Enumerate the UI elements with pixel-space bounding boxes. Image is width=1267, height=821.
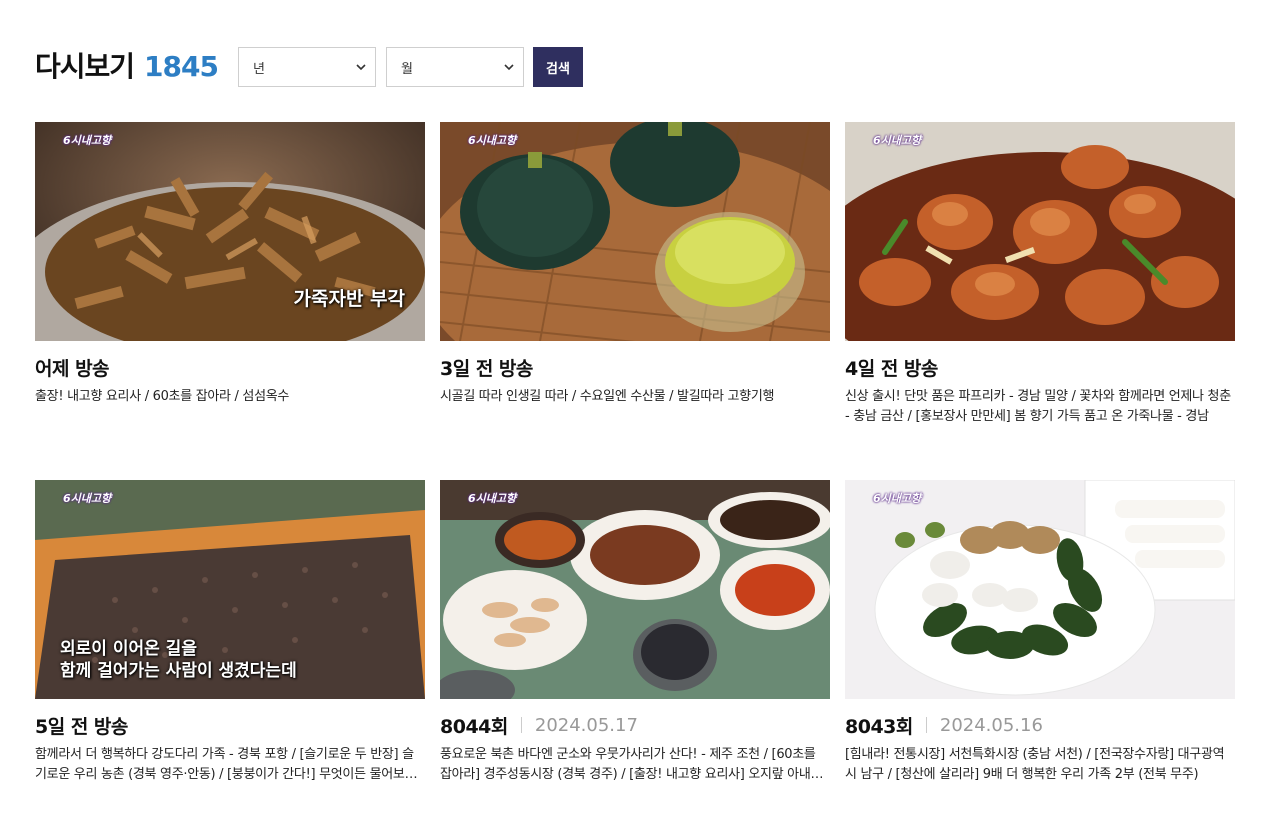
search-button[interactable]: 검색 [533,47,583,87]
chevron-down-icon [356,64,366,71]
episode-number: 8043회 [845,715,913,738]
seafood-table-thumbnail[interactable]: 6시내고향 [440,480,830,699]
month-select-value: 월 [401,61,413,77]
card-description[interactable]: 신상 출시! 단맛 품은 파프리카 - 경남 밀양 / 꽃차와 함께라면 언제나… [845,387,1235,427]
program-logo: 6시내고향 [468,134,517,147]
episode-card[interactable]: 6시내고향 3일 전 방송 시골길 따라 인생길 따라 / 수요일엔 수산물 /… [440,122,830,407]
year-select-value: 년 [253,61,265,77]
card-description[interactable]: 출장! 내고향 요리사 / 60초를 잡아라 / 섬섬옥수 [35,387,425,407]
rice-cake-thumbnail[interactable]: 6시내고향 [845,480,1235,699]
card-description[interactable]: 시골길 따라 인생길 따라 / 수요일엔 수산물 / 발길따라 고향기행 [440,387,830,407]
card-meta: 5일 전 방송 [35,713,425,738]
chevron-down-icon [504,64,514,71]
fried-snack-thumbnail[interactable]: 6시내고향 가죽자반 부각 [35,122,425,341]
month-select[interactable]: 월 [386,47,524,87]
episode-card[interactable]: 6시내고향 가죽자반 부각 어제 방송 출장! 내고향 요리사 / 60초를 잡… [35,122,425,407]
card-meta: 3일 전 방송 [440,355,830,380]
thumbnail-caption: 외로이 이어온 길을 함께 걸어가는 사람이 생겼다는데 [60,639,297,681]
program-logo: 6시내고향 [63,492,112,505]
card-meta: 어제 방송 [35,355,425,380]
episode-card[interactable]: 6시내고향 8043회 2024.05.16 [힘내라! 전통시장] 서천특화시… [845,480,1235,785]
meta-divider [520,717,522,733]
program-logo: 6시내고향 [63,134,112,147]
episode-card[interactable]: 6시내고향 8044회 2024.05.17 풍요로운 북촌 바다엔 군소와 우… [440,480,830,785]
fish-feed-thumbnail[interactable]: 6시내고향 외로이 이어온 길을 함께 걸어가는 사람이 생겼다는데 [35,480,425,699]
card-description[interactable]: 함께라서 더 행복하다 강도다리 가족 - 경북 포항 / [슬기로운 두 반장… [35,745,425,785]
program-logo: 6시내고향 [873,492,922,505]
broadcast-ago: 5일 전 방송 [35,715,128,738]
broadcast-ago: 어제 방송 [35,357,110,380]
card-meta: 4일 전 방송 [845,355,1235,380]
program-logo: 6시내고향 [468,492,517,505]
broadcast-date: 2024.05.16 [939,714,1043,736]
episode-card[interactable]: 6시내고향 외로이 이어온 길을 함께 걸어가는 사람이 생겼다는데 5일 전 … [35,480,425,785]
card-description[interactable]: [힘내라! 전통시장] 서천특화시장 (충남 서천) / [전국장수자랑] 대구… [845,745,1235,785]
card-meta: 8044회 2024.05.17 [440,713,830,738]
program-logo: 6시내고향 [873,134,922,147]
broadcast-date: 2024.05.17 [534,714,638,736]
card-description[interactable]: 풍요로운 북촌 바다엔 군소와 우뭇가사리가 산다! - 제주 조천 / [60… [440,745,830,785]
page-header: 다시보기 1845 [35,46,219,88]
episode-number: 8044회 [440,715,508,738]
broadcast-ago: 3일 전 방송 [440,357,533,380]
thumbnail-caption: 가죽자반 부각 [293,288,406,310]
episode-card[interactable]: 6시내고향 4일 전 방송 신상 출시! 단맛 품은 파프리카 - 경남 밀양 … [845,122,1235,427]
card-meta: 8043회 2024.05.16 [845,713,1235,738]
page-title: 다시보기 [35,50,135,83]
year-select[interactable]: 년 [238,47,376,87]
braised-chicken-thumbnail[interactable]: 6시내고향 [845,122,1235,341]
broadcast-ago: 4일 전 방송 [845,357,938,380]
meta-divider [925,717,927,733]
pumpkin-thumbnail[interactable]: 6시내고향 [440,122,830,341]
total-count: 1845 [144,50,219,83]
